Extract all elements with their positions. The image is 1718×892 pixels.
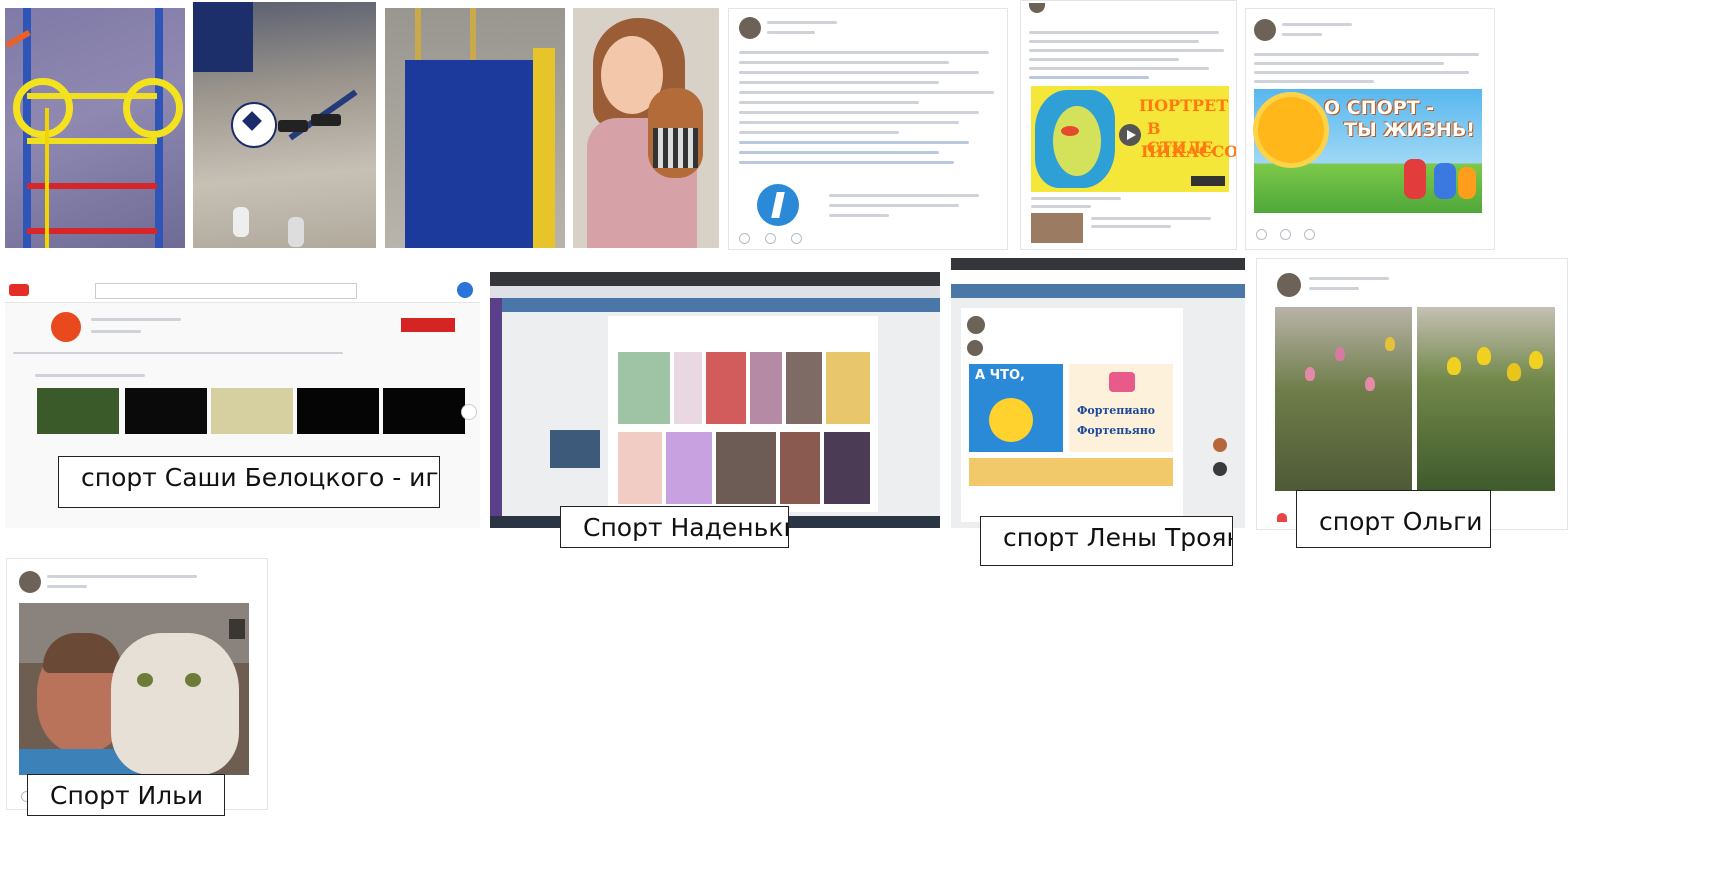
caption-ilya: Спорт Ильи xyxy=(27,774,225,816)
caption-olga: спорт Ольги xyxy=(1296,490,1491,548)
post-boy-with-cat xyxy=(6,558,268,810)
poster-picasso-line-1: ПОРТРЕТ xyxy=(1139,96,1229,115)
post-sport-is-life: О СПОРТ - ТЫ ЖИЗНЬ! xyxy=(1245,8,1495,250)
screenshot-vk-piano: А ЧТО, Фортепиано Фортепьяно xyxy=(951,258,1245,528)
photo-climbing-rack xyxy=(5,8,185,248)
poster-piano-question: А ЧТО, xyxy=(975,368,1025,383)
caption-lena: спорт Лены Троян xyxy=(980,516,1233,566)
caption-sasha: спорт Саши Белоцкого - игры xyxy=(58,456,440,508)
caption-nadenka: Спорт Наденьки xyxy=(560,506,789,548)
screenshot-vk-photos xyxy=(490,272,940,528)
post-picasso-portrait: ПОРТРЕТ В СТИЛЕ ПИКАССО xyxy=(1020,0,1237,250)
poster-piano-word-2: Фортепьяно xyxy=(1077,424,1156,437)
post-text-info xyxy=(728,8,1008,250)
poster-piano-word-1: Фортепиано xyxy=(1077,404,1156,417)
poster-sport-line-1: О СПОРТ - xyxy=(1324,97,1435,119)
poster-sport-line-2: ТЫ ЖИЗНЬ! xyxy=(1344,119,1475,141)
poster-picasso-line-3: ПИКАССО xyxy=(1141,142,1237,161)
photo-blue-mat xyxy=(385,8,565,248)
photo-ball-dumbbells xyxy=(193,2,376,248)
photo-girl-with-dog xyxy=(573,8,719,248)
